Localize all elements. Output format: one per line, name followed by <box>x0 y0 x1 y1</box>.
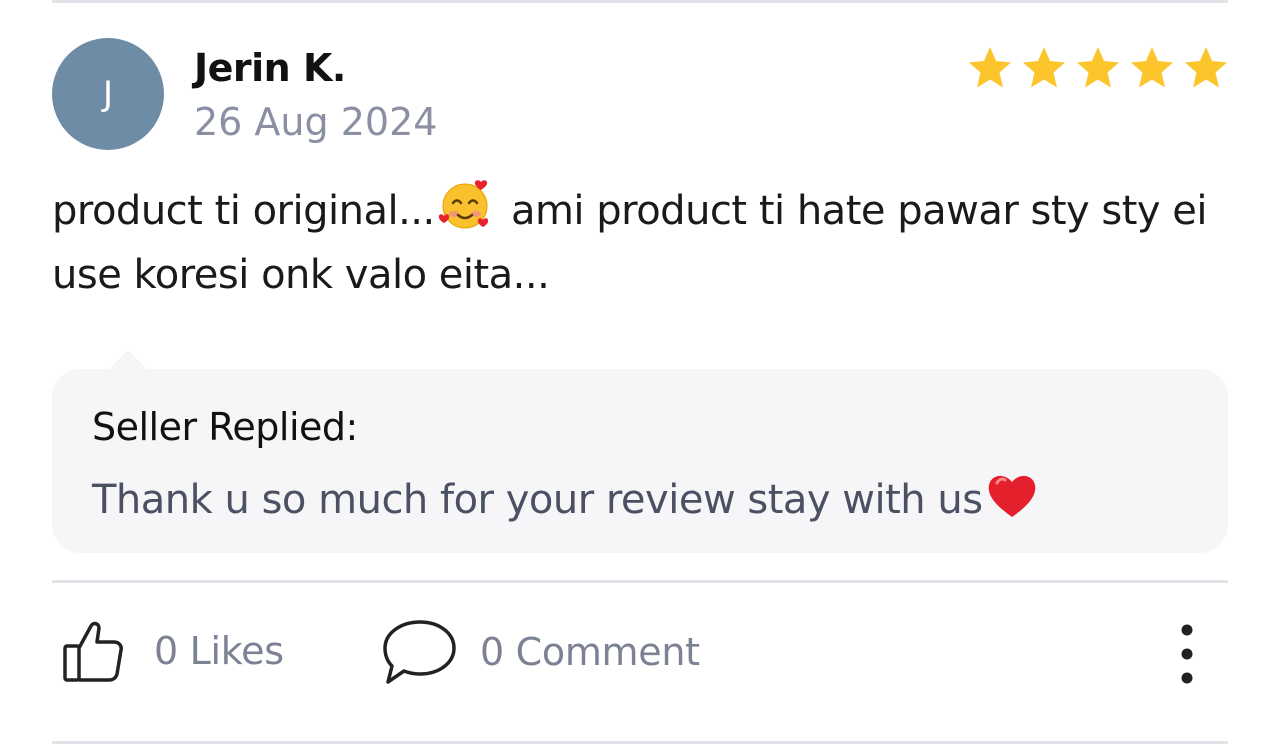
star-icon <box>1077 47 1119 88</box>
review-text-part-1: product ti original... <box>52 188 435 234</box>
seller-reply-text: Thank u so much for your review stay wit… <box>92 477 983 523</box>
avatar: J <box>52 38 164 150</box>
actions-divider <box>52 580 1228 583</box>
seller-reply-title: Seller Replied: <box>92 405 358 449</box>
red-heart-icon <box>988 475 1035 517</box>
top-divider <box>52 0 1228 3</box>
star-icon <box>1023 47 1065 88</box>
speech-bubble-icon <box>383 620 456 684</box>
seller-reply-text-line: Thank u so much for your review stay wit… <box>92 469 1039 523</box>
star-icon <box>969 47 1011 88</box>
star-icon <box>1131 47 1173 88</box>
smiling-face-with-hearts-icon <box>438 180 488 229</box>
review-text: product ti original... ami product ti ha… <box>52 176 1242 307</box>
avatar-initial: J <box>102 74 114 114</box>
like-button[interactable]: 0 Likes <box>60 618 284 684</box>
comment-button[interactable]: 0 Comment <box>380 618 700 686</box>
reviewer-name: Jerin K. <box>194 46 346 90</box>
seller-reply: Seller Replied: Thank u so much for your… <box>52 369 1228 553</box>
thumbs-up-icon <box>63 621 123 682</box>
star-rating <box>966 44 1230 92</box>
likes-count: 0 Likes <box>154 629 284 673</box>
star-icon <box>1185 47 1227 88</box>
comments-count: 0 Comment <box>480 630 700 674</box>
review-date: 26 Aug 2024 <box>194 100 438 144</box>
reply-pointer <box>108 350 148 370</box>
vertical-ellipsis-icon[interactable] <box>1170 622 1204 686</box>
